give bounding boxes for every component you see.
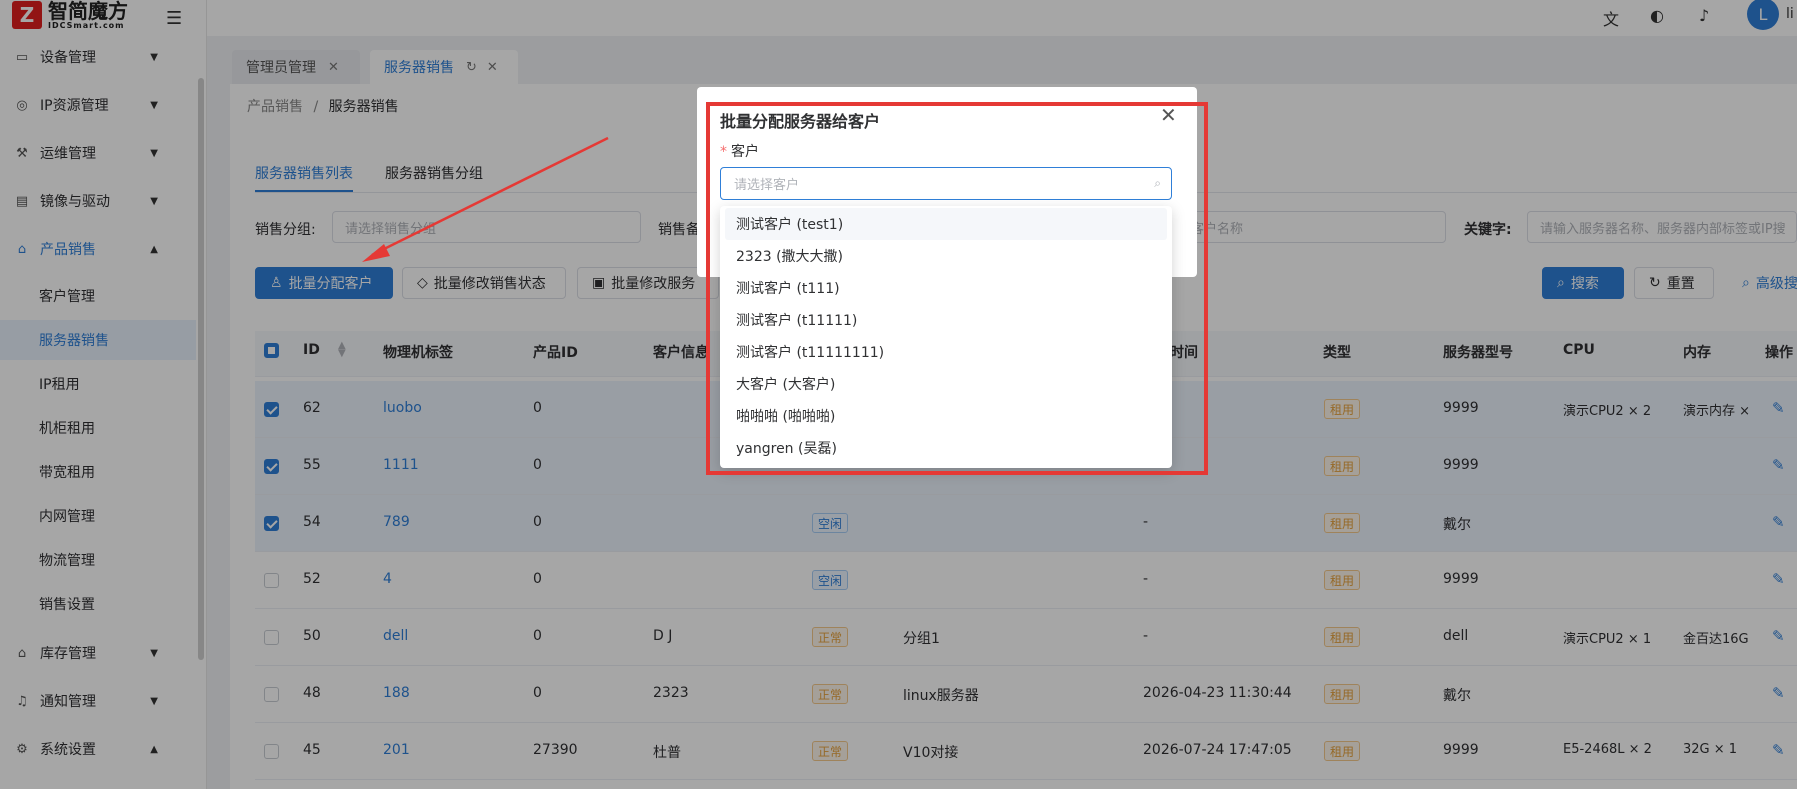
annotation-highlight-box [706,102,1208,475]
